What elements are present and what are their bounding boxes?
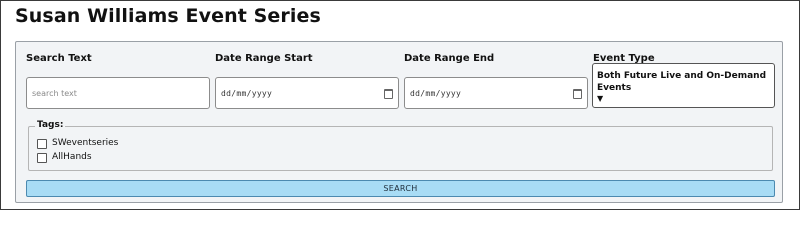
search-filter-panel: Search Text Date Range Start dd/mm/yyyy … (15, 41, 783, 203)
tag-label[interactable]: SWeventseries (52, 138, 118, 148)
date-range-end-input[interactable]: dd/mm/yyyy (404, 77, 588, 109)
tag-checkbox-sweventseries[interactable] (37, 139, 47, 149)
tags-legend: Tags: (35, 120, 66, 130)
date-range-start-label: Date Range Start (215, 53, 313, 64)
event-type-select[interactable]: Both Future Live and On-Demand Events ▼ (592, 63, 775, 108)
tag-checkbox-allhands[interactable] (37, 153, 47, 163)
date-range-end-placeholder: dd/mm/yyyy (410, 89, 462, 98)
search-text-input[interactable] (26, 77, 210, 109)
date-range-start-input[interactable]: dd/mm/yyyy (215, 77, 399, 109)
dropdown-arrow-icon: ▼ (597, 94, 604, 103)
search-text-label: Search Text (26, 53, 92, 64)
date-range-end-label: Date Range End (404, 53, 495, 64)
calendar-icon[interactable] (573, 89, 582, 99)
calendar-icon[interactable] (384, 89, 393, 99)
search-button[interactable]: SEARCH (26, 180, 775, 197)
page-title: Susan Williams Event Series (15, 5, 321, 27)
event-type-selected-value: Both Future Live and On-Demand Events (597, 71, 767, 93)
tag-label[interactable]: AllHands (52, 152, 92, 162)
tags-fieldset: Tags: SWeventseries AllHands (28, 120, 773, 171)
date-range-start-placeholder: dd/mm/yyyy (221, 89, 273, 98)
